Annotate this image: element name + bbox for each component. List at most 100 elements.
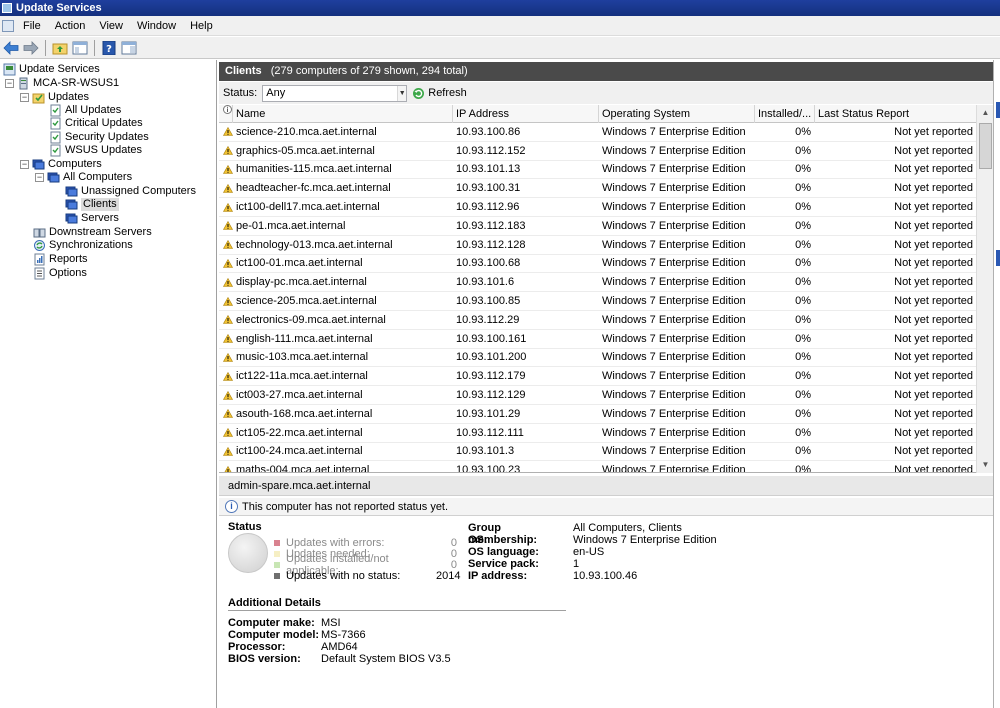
cell-last-status-report: Not yet reported <box>894 295 973 308</box>
cell-name: maths-004.mca.aet.internal <box>236 464 370 473</box>
legend-swatch <box>274 572 280 579</box>
tree-node-security-updates[interactable]: Security Updates <box>49 131 149 144</box>
cell-last-status-report: Not yet reported <box>894 464 973 473</box>
refresh-button[interactable]: Refresh <box>412 87 467 100</box>
pane-edge <box>993 60 1000 708</box>
table-row[interactable]: electronics-09.mca.aet.internal 10.93.112… <box>219 311 993 330</box>
tree-node-updates[interactable]: − Updates <box>20 91 89 104</box>
table-row[interactable]: english-111.mca.aet.internal 10.93.100.16… <box>219 330 993 349</box>
tree-node-all-computers[interactable]: − All Computers <box>35 171 132 184</box>
legend-swatch <box>274 561 280 568</box>
tree-node-critical-updates[interactable]: Critical Updates <box>49 117 143 130</box>
cell-operating-system: Windows 7 Enterprise Edition <box>602 201 746 214</box>
table-row[interactable]: ict003-27.mca.aet.internal 10.93.112.129 W… <box>219 386 993 405</box>
options-icon <box>34 267 45 280</box>
menu-view[interactable]: View <box>92 16 130 36</box>
tree-node-wsus-updates[interactable]: WSUS Updates <box>49 144 142 157</box>
cell-name: asouth-168.mca.aet.internal <box>236 407 373 420</box>
cell-installed: 0% <box>795 426 811 439</box>
cell-ip-address: 10.93.100.68 <box>456 257 521 270</box>
back-button[interactable] <box>2 39 20 57</box>
tree-node-update-services[interactable]: Update Services <box>3 63 100 76</box>
tree-node-synchronizations[interactable]: Synchronizations <box>33 239 133 252</box>
help-button[interactable]: ? <box>100 39 118 57</box>
column-header-icon[interactable] <box>219 105 233 123</box>
status-dropdown[interactable]: Any ▼ <box>262 84 408 102</box>
table-row[interactable]: ict122-11a.mca.aet.internal 10.93.112.179… <box>219 367 993 387</box>
tree-node-unassigned-computers[interactable]: Unassigned Computers <box>65 185 196 198</box>
cell-name: ict105-22.mca.aet.internal <box>236 426 363 439</box>
update-services-icon <box>3 63 16 76</box>
collapse-toggle[interactable]: − <box>20 160 29 169</box>
menu-action[interactable]: Action <box>48 16 93 36</box>
scroll-up-icon[interactable]: ▲ <box>977 105 994 121</box>
bios-version-detail: BIOS version: Default System BIOS V3.5 <box>228 653 451 665</box>
cell-name: music-103.mca.aet.internal <box>236 351 369 364</box>
edge-accent <box>996 250 1000 266</box>
show-hide-tree-button[interactable] <box>71 39 89 57</box>
collapse-toggle[interactable]: − <box>20 93 29 102</box>
window-title: Update Services <box>16 2 102 14</box>
tree-node-server[interactable]: − MCA-SR-WSUS1 <box>5 77 119 90</box>
tree-node-options[interactable]: Options <box>33 267 87 280</box>
table-row[interactable]: maths-004.mca.aet.internal 10.93.100.23 Wi… <box>219 461 993 473</box>
cell-installed: 0% <box>795 238 811 251</box>
tree-node-all-updates[interactable]: All Updates <box>49 104 121 117</box>
grid-scrollbar[interactable]: ▲ ▼ <box>976 105 993 473</box>
table-row[interactable]: headteacher-fc.mca.aet.internal 10.93.100… <box>219 179 993 199</box>
collapse-toggle[interactable]: − <box>35 173 44 182</box>
scroll-thumb[interactable] <box>979 123 992 169</box>
selected-computer-name: admin-spare.mca.aet.internal <box>219 476 993 496</box>
table-row[interactable]: ict100-dell17.mca.aet.internal 10.93.112.… <box>219 198 993 217</box>
cell-name: science-210.mca.aet.internal <box>236 125 377 138</box>
column-header-name[interactable]: Name <box>233 105 453 123</box>
cell-ip-address: 10.93.100.23 <box>456 464 521 473</box>
table-row[interactable]: ict100-24.mca.aet.internal 10.93.101.3 Win… <box>219 443 993 462</box>
table-row[interactable]: asouth-168.mca.aet.internal 10.93.101.29 W… <box>219 405 993 424</box>
table-row[interactable]: ict100-01.mca.aet.internal 10.93.100.68 Wi… <box>219 255 993 274</box>
column-header-installed[interactable]: Installed/... <box>755 105 815 123</box>
table-row[interactable]: humanities-115.mca.aet.internal 10.93.101… <box>219 161 993 180</box>
tree-node-downstream-servers[interactable]: Downstream Servers <box>33 226 152 239</box>
forward-button[interactable] <box>22 39 40 57</box>
info-icon: i <box>225 500 238 513</box>
chevron-down-icon[interactable]: ▼ <box>397 85 407 101</box>
column-header-last-status[interactable]: Last Status Report <box>815 105 977 123</box>
table-row[interactable]: ict105-22.mca.aet.internal 10.93.112.111 W… <box>219 424 993 443</box>
tree-node-computers[interactable]: − Computers <box>20 158 102 171</box>
downstream-servers-icon <box>33 228 46 238</box>
menu-file[interactable]: File <box>16 16 48 36</box>
table-row[interactable]: technology-013.mca.aet.internal 10.93.112… <box>219 236 993 255</box>
up-folder-button[interactable] <box>51 39 69 57</box>
os-language-row: OS language: en-US <box>468 546 605 558</box>
clients-header: Clients (279 computers of 279 shown, 294… <box>219 62 993 81</box>
tree-node-reports[interactable]: Reports <box>33 253 88 266</box>
menu-window[interactable]: Window <box>130 16 183 36</box>
cell-operating-system: Windows 7 Enterprise Edition <box>602 295 746 308</box>
grid-body: science-210.mca.aet.internal 10.93.100.86… <box>219 123 993 473</box>
action-pane-button[interactable] <box>120 39 138 57</box>
scroll-down-icon[interactable]: ▼ <box>977 457 994 473</box>
cell-ip-address: 10.93.101.6 <box>456 276 515 289</box>
table-row[interactable]: science-210.mca.aet.internal 10.93.100.86… <box>219 123 993 142</box>
cell-last-status-report: Not yet reported <box>894 257 973 270</box>
svg-text:?: ? <box>106 44 112 55</box>
tree-node-clients[interactable]: Clients <box>65 198 119 211</box>
cell-ip-address: 10.93.100.86 <box>456 125 521 138</box>
warning-icon <box>222 352 233 362</box>
tree-node-servers[interactable]: Servers <box>65 212 119 225</box>
status-info-bar: i This computer has not reported status … <box>219 498 993 516</box>
table-row[interactable]: display-pc.mca.aet.internal 10.93.101.6 Wi… <box>219 273 993 293</box>
column-header-ip[interactable]: IP Address <box>453 105 599 123</box>
warning-cell <box>219 127 233 137</box>
menu-help[interactable]: Help <box>183 16 220 36</box>
collapse-toggle[interactable]: − <box>5 79 14 88</box>
table-row[interactable]: science-205.mca.aet.internal 10.93.100.85… <box>219 292 993 311</box>
table-row[interactable]: pe-01.mca.aet.internal 10.93.112.183 Windo… <box>219 217 993 236</box>
table-row[interactable]: graphics-05.mca.aet.internal 10.93.112.15… <box>219 142 993 161</box>
warning-cell <box>219 221 233 231</box>
table-row[interactable]: music-103.mca.aet.internal 10.93.101.200 W… <box>219 349 993 368</box>
column-header-os[interactable]: Operating System <box>599 105 755 123</box>
status-section-title: Status <box>228 521 262 533</box>
console-icon[interactable] <box>2 19 14 32</box>
